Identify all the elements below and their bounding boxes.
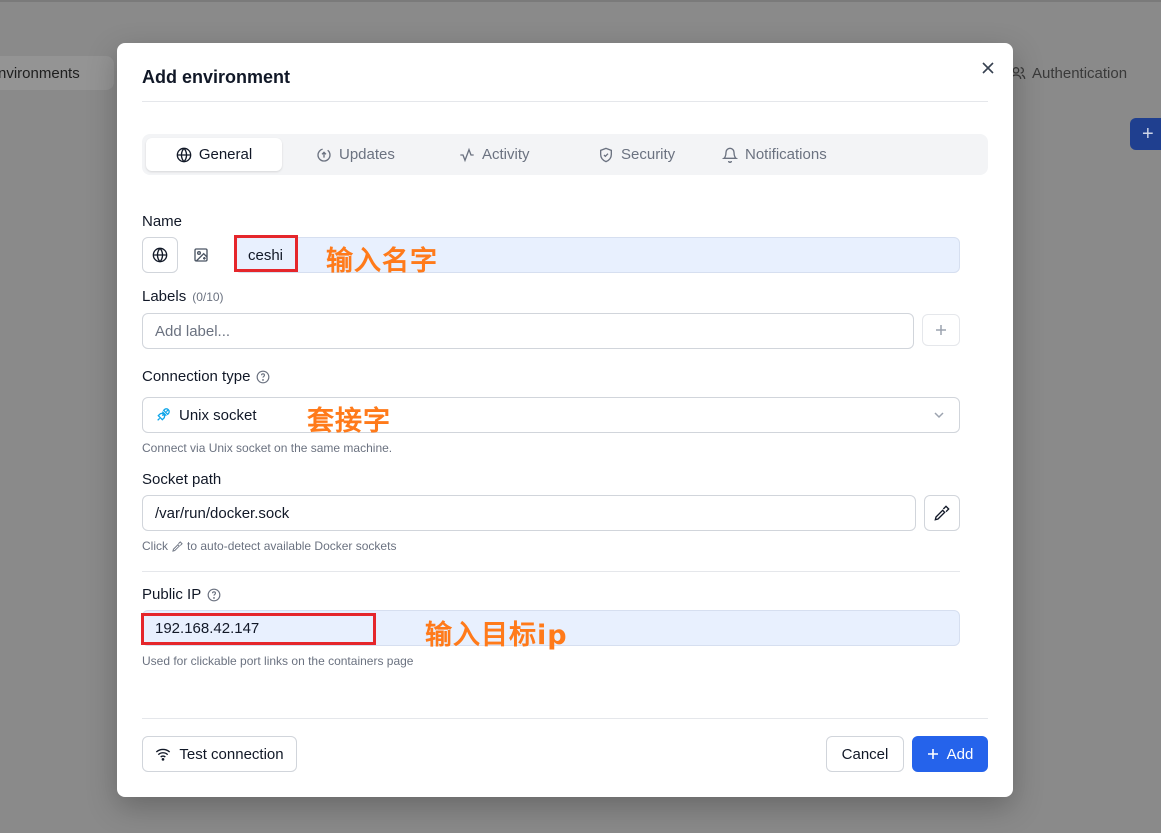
public-ip-hint: Used for clickable port links on the con… (142, 654, 414, 668)
bell-icon (722, 147, 738, 163)
name-annotation: 输入名字 (326, 246, 438, 277)
add-environment-button[interactable]: + (1130, 118, 1161, 150)
name-label: Name (142, 213, 183, 230)
chevron-down-icon (934, 412, 944, 419)
header-divider (142, 101, 988, 102)
connection-type-select[interactable]: Unix socket (142, 397, 960, 433)
connection-annotation: 套接字 (307, 406, 391, 437)
image-upload-button[interactable] (193, 247, 209, 263)
shield-icon (600, 147, 612, 162)
add-environment-dialog: Add environment General Updates Activity… (117, 43, 1013, 797)
test-connection-button[interactable]: Test connection (142, 736, 297, 772)
environments-tab[interactable]: nvironments (0, 56, 114, 90)
socket-path-hint: Click to auto-detect available Docker so… (142, 539, 397, 553)
activity-icon (460, 147, 474, 162)
detect-socket-button[interactable] (924, 495, 960, 531)
pipette-icon (172, 540, 183, 552)
top-border (0, 0, 1161, 2)
wifi-icon (156, 748, 171, 761)
section-divider (142, 571, 960, 572)
globe-icon (152, 247, 168, 263)
icon-picker-button[interactable] (142, 237, 178, 273)
plus-icon (927, 749, 938, 759)
footer-divider (142, 718, 988, 719)
plus-icon (936, 325, 946, 335)
cancel-button[interactable]: Cancel (826, 736, 904, 772)
tab-activity[interactable]: Activity (459, 138, 530, 171)
refresh-upload-icon (317, 147, 331, 162)
help-icon[interactable] (256, 370, 270, 384)
connection-type-value: Unix socket (155, 407, 257, 424)
plug-icon (157, 408, 170, 421)
tab-security[interactable]: Security (598, 138, 675, 171)
labels-label: Labels (0/10) (142, 288, 224, 305)
socket-path-input[interactable]: /var/run/docker.sock (142, 495, 916, 531)
add-button[interactable]: Add (912, 736, 988, 772)
close-icon (982, 62, 994, 74)
socket-path-label: Socket path (142, 471, 222, 488)
tab-notifications[interactable]: Notifications (722, 138, 827, 171)
settings-tabs: General Updates Activity Security Notifi… (142, 134, 988, 175)
tab-general[interactable]: General (146, 138, 282, 171)
tab-updates[interactable]: Updates (316, 138, 395, 171)
connection-type-label: Connection type (142, 368, 270, 385)
public-ip-label: Public IP (142, 586, 221, 603)
help-icon[interactable] (207, 588, 221, 602)
authentication-tab[interactable]: Authentication (1010, 56, 1161, 90)
globe-icon (176, 147, 192, 162)
name-highlight-box (234, 235, 298, 272)
close-button[interactable] (979, 59, 997, 77)
pipette-icon (934, 505, 950, 521)
add-label-button[interactable] (922, 314, 960, 346)
connection-type-hint: Connect via Unix socket on the same mach… (142, 441, 393, 455)
dialog-title: Add environment (142, 67, 291, 87)
add-label-input[interactable]: Add label... (142, 313, 914, 349)
ip-annotation: 输入目标ip (425, 620, 568, 651)
ip-highlight-box (141, 613, 376, 645)
image-upload-icon (194, 248, 208, 262)
